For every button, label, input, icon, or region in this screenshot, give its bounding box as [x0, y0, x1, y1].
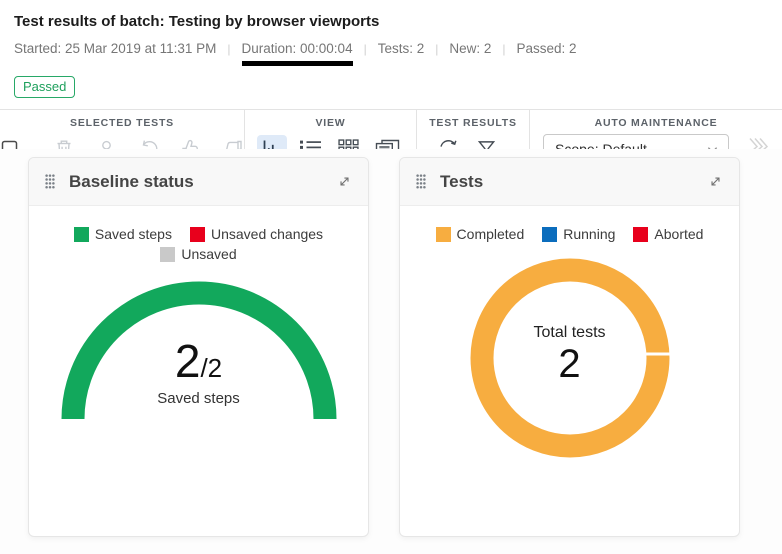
status-badge: Passed — [14, 76, 75, 98]
legend-swatch — [633, 227, 648, 242]
legend-item: Saved steps — [74, 226, 172, 242]
section-label: TEST RESULTS — [429, 117, 517, 129]
expand-icon[interactable] — [337, 174, 352, 189]
legend-label: Unsaved changes — [211, 226, 323, 242]
legend-swatch — [542, 227, 557, 242]
baseline-status-card: Baseline status Saved steps Unsaved chan… — [28, 157, 369, 537]
dashboard: Baseline status Saved steps Unsaved chan… — [0, 149, 782, 554]
batch-duration: Duration: 00:00:04 — [242, 41, 353, 66]
saved-steps-value: 2 — [175, 335, 201, 387]
legend-item: Running — [542, 226, 615, 242]
info-separator: | — [435, 42, 438, 56]
legend-label: Saved steps — [95, 226, 172, 242]
expand-icon[interactable] — [708, 174, 723, 189]
legend-label: Running — [563, 226, 615, 242]
batch-started: Started: 25 Mar 2019 at 11:31 PM — [14, 41, 216, 56]
section-label: VIEW — [315, 117, 345, 129]
card-title: Baseline status — [69, 172, 194, 192]
batch-header: Test results of batch: Testing by browse… — [0, 0, 782, 98]
gauge-label: Saved steps — [29, 390, 368, 407]
batch-new-count: New: 2 — [449, 41, 491, 56]
legend-label: Unsaved — [181, 246, 236, 262]
info-separator: | — [502, 42, 505, 56]
legend-swatch — [160, 247, 175, 262]
gauge-center-text: 2/2 Saved steps — [29, 338, 368, 407]
legend-label: Aborted — [654, 226, 703, 242]
batch-info-row: Started: 25 Mar 2019 at 11:31 PM | Durat… — [14, 41, 768, 66]
drag-handle-icon[interactable] — [416, 174, 426, 189]
card-header: Baseline status — [29, 158, 368, 206]
page-title: Test results of batch: Testing by browse… — [14, 13, 768, 30]
donut-center-text: Total tests 2 — [400, 324, 739, 386]
card-header: Tests — [400, 158, 739, 206]
legend-label: Completed — [457, 226, 525, 242]
legend-item: Aborted — [633, 226, 703, 242]
legend-swatch — [74, 227, 89, 242]
tests-donut-chart: Total tests 2 — [400, 248, 739, 473]
info-separator: | — [227, 42, 230, 56]
total-tests-label: Total tests — [400, 324, 739, 342]
card-title: Tests — [440, 172, 483, 192]
legend-swatch — [190, 227, 205, 242]
info-separator: | — [364, 42, 367, 56]
total-tests-value: 2 — [400, 342, 739, 386]
tests-card: Tests Completed Running Aborted — [399, 157, 740, 537]
baseline-gauge-chart: 2/2 Saved steps — [29, 272, 368, 447]
legend-swatch — [436, 227, 451, 242]
baseline-legend: Saved steps Unsaved changes Unsaved — [29, 226, 368, 262]
legend-item: Unsaved changes — [190, 226, 323, 242]
saved-steps-total: /2 — [200, 353, 222, 383]
batch-passed-count: Passed: 2 — [517, 41, 577, 56]
tests-legend: Completed Running Aborted — [400, 226, 739, 242]
drag-handle-icon[interactable] — [45, 174, 55, 189]
section-label: SELECTED TESTS — [70, 117, 174, 129]
legend-item: Unsaved — [160, 246, 236, 262]
legend-item: Completed — [436, 226, 525, 242]
section-label: AUTO MAINTENANCE — [595, 117, 718, 129]
batch-tests-count: Tests: 2 — [378, 41, 425, 56]
